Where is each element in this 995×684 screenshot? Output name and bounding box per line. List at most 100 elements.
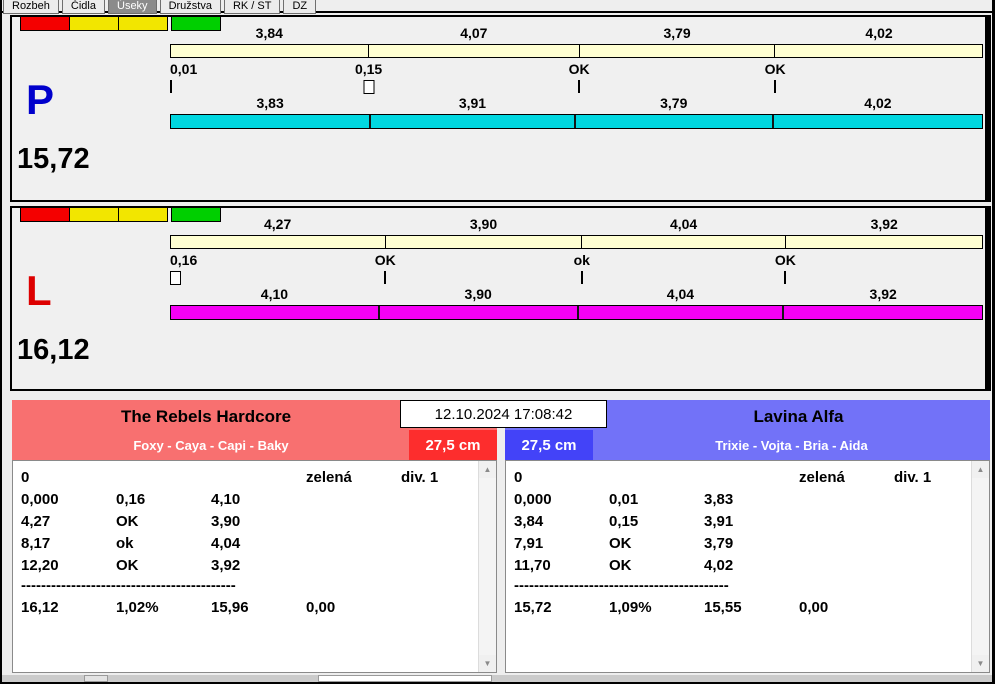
status-light	[69, 16, 119, 31]
result-cell: 3,84	[514, 512, 544, 530]
result-cell: div. 1	[894, 468, 932, 486]
height-class-box: 27,5 cm	[409, 430, 497, 460]
lane-letter: P	[26, 76, 55, 123]
crossing-mark-label: 0,01	[170, 61, 198, 77]
lane-panel-l: 4,27 3,90 4,04 3,92 0,16 OK ok OK 4,10 3,90 4,04 3,…	[10, 206, 991, 391]
segment-time-label: 4,04	[666, 286, 695, 302]
sensor-split-bar	[170, 235, 983, 249]
team-name: The Rebels Hardcore	[120, 407, 292, 426]
boundary-tick	[774, 80, 777, 93]
lane-panel-p: 3,84 4,07 3,79 4,02 0,01 0,15 OK OK 3,83 3,91 3,79…	[10, 15, 991, 202]
separator-line: ----------------------------------------…	[21, 577, 236, 594]
background-window-strip	[2, 675, 992, 682]
approval-checkbox[interactable]	[170, 271, 181, 285]
segment-time-label: 3,84	[255, 25, 283, 41]
lane-track: 4,27 3,90 4,04 3,92 0,16 OK ok OK 4,10 3,90 4,04 3,…	[170, 210, 983, 389]
boundary-tick	[578, 80, 581, 93]
segment-time-label: 4,07	[460, 25, 488, 41]
scrollbar-up-button[interactable]: ▲	[479, 461, 496, 478]
result-cell: 3,83	[704, 490, 734, 508]
result-cell: 16,12	[21, 598, 59, 616]
team-body: 0 zelená div. 1 0,000 0,16 4,10 4,27 OK 3,90 8,17…	[12, 460, 497, 673]
status-light	[69, 207, 119, 222]
bar-segment	[786, 236, 982, 248]
scrollbar-up-button[interactable]: ▲	[972, 461, 989, 478]
boundary-tick	[580, 271, 583, 284]
sensor-split-bar	[170, 44, 983, 58]
segment-time-label: 3,91	[458, 95, 487, 111]
result-cell: 1,02%	[116, 598, 159, 616]
boundary-tick	[384, 271, 387, 284]
team-results-text[interactable]: 0 zelená div. 1 0,000 0,01 3,83 3,84 0,15 3,91 7,…	[506, 461, 971, 672]
scrollbar-down-button[interactable]: ▼	[479, 655, 496, 672]
segment-time-label: 3,90	[469, 216, 498, 232]
team-results-text[interactable]: 0 zelená div. 1 0,000 0,16 4,10 4,27 OK 3,90 8,17…	[13, 461, 478, 672]
boundary-widgets	[170, 80, 983, 95]
result-row: 0 zelená div. 1	[514, 466, 971, 488]
segment-time-label: 3,92	[869, 286, 897, 302]
scrollbar-track[interactable]	[972, 478, 989, 655]
bar-segment	[582, 236, 786, 248]
team-body: 0 zelená div. 1 0,000 0,01 3,83 3,84 0,15 3,91 7,…	[505, 460, 990, 673]
result-cell: 1,09%	[609, 598, 652, 616]
bar-segment	[369, 45, 580, 57]
segment-time-label: 3,79	[660, 95, 688, 111]
result-cell: 15,55	[704, 598, 742, 616]
segment-time-label: 3,90	[464, 286, 492, 302]
team-members: Trixie - Vojta - Bria - Aida	[715, 438, 868, 453]
result-cell: 15,72	[514, 598, 552, 616]
result-cell: 12,20	[21, 556, 59, 574]
scrollbar-down-button[interactable]: ▼	[972, 655, 989, 672]
tab-bar: Rozbeh Čidla Úseky Družstva RK / ST DZ	[3, 0, 317, 14]
result-cell: 0	[514, 468, 523, 486]
tab-rk-st[interactable]: RK / ST	[223, 0, 281, 14]
tab-cidla[interactable]: Čidla	[61, 0, 105, 14]
segment-time-label: 4,02	[865, 25, 893, 41]
lower-segment-labels: 3,83 3,91 3,79 4,02	[170, 95, 983, 112]
result-cell: 8,17	[21, 534, 51, 552]
result-row: 8,17 ok 4,04	[21, 532, 478, 554]
tab-druzstva[interactable]: Družstva	[159, 0, 221, 14]
segment-time-label: 3,79	[663, 25, 691, 41]
lower-segment-labels: 4,10 3,90 4,04 3,92	[170, 286, 983, 303]
result-row: 7,91 OK 3,79	[514, 532, 971, 554]
tab-rozbeh[interactable]: Rozbeh	[3, 0, 59, 14]
bar-segment	[386, 236, 583, 248]
team-members: Foxy - Caya - Capi - Baky	[133, 438, 289, 453]
crossing-mark-label: ok	[573, 252, 590, 268]
segment-time-label: 4,10	[260, 286, 289, 302]
bar-segment	[171, 236, 386, 248]
boundary-tick	[784, 271, 787, 284]
result-cell: div. 1	[401, 468, 439, 486]
tab-dz[interactable]: DZ	[283, 0, 317, 14]
segment-time-label: 4,02	[864, 95, 892, 111]
scrollbar[interactable]: ▲ ▼	[971, 461, 989, 672]
bar-segment	[171, 45, 370, 57]
scrollbar-track[interactable]	[479, 478, 496, 655]
tab-useky[interactable]: Úseky	[108, 0, 157, 14]
status-light	[20, 16, 70, 31]
lane-total: 15,72	[17, 143, 90, 175]
bar-segment	[171, 115, 372, 128]
height-class-box: 27,5 cm	[505, 430, 593, 460]
scrollbar[interactable]: ▲ ▼	[478, 461, 496, 672]
crossing-marks: 0,16 OK ok OK	[170, 252, 983, 269]
result-cell: 0,00	[306, 598, 336, 616]
approval-checkbox[interactable]	[363, 80, 375, 94]
separator-line: ----------------------------------------…	[514, 577, 729, 594]
team-split-bar	[170, 305, 983, 320]
result-row: 4,27 OK 3,90	[21, 510, 478, 532]
result-cell: 0	[21, 468, 30, 486]
status-light	[118, 207, 168, 222]
crossing-mark-label: OK	[764, 61, 786, 77]
status-light	[118, 16, 168, 31]
background-window-button	[84, 675, 108, 682]
lane-track: 3,84 4,07 3,79 4,02 0,01 0,15 OK OK 3,83 3,91 3,79…	[170, 19, 983, 200]
upper-segment-labels: 4,27 3,90 4,04 3,92	[170, 216, 983, 233]
lane-letter: L	[26, 267, 52, 314]
segment-time-label: 4,27	[263, 216, 292, 232]
result-row: 0 zelená div. 1	[21, 466, 478, 488]
bar-segment	[371, 115, 576, 128]
result-row: 16,12 1,02% 15,96 0,00	[21, 596, 478, 618]
status-light	[20, 207, 70, 222]
